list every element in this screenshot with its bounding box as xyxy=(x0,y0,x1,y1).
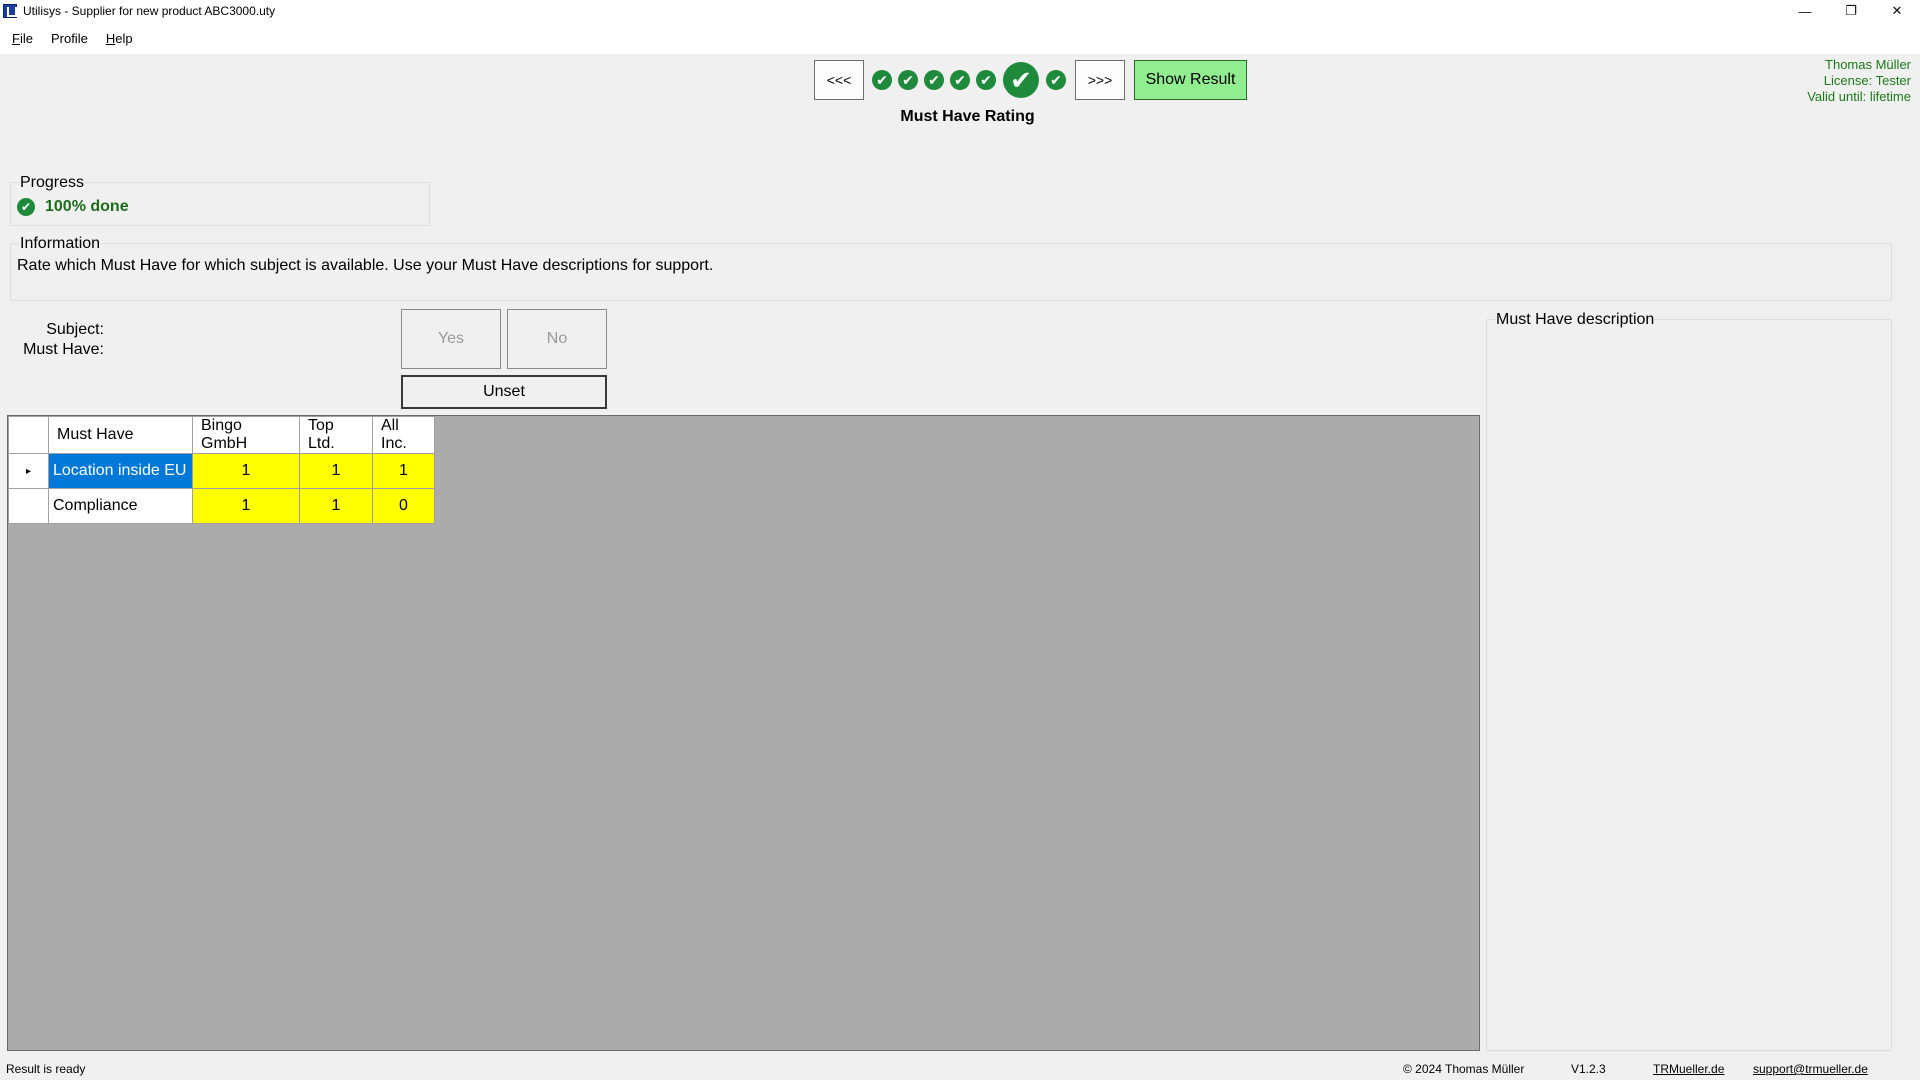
menu-help[interactable]: Help xyxy=(106,31,133,46)
subject-label: Subject: xyxy=(46,321,104,338)
menu-file-mnemonic: F xyxy=(12,30,20,46)
menu-help-label: elp xyxy=(115,30,133,46)
must-have-description-label: Must Have description xyxy=(1495,311,1656,329)
yes-button[interactable]: Yes xyxy=(401,309,501,369)
website-link[interactable]: TRMueller.de xyxy=(1653,1062,1724,1076)
copyright-text: © 2024 Thomas Müller xyxy=(1403,1062,1525,1076)
must-have-table: Must Have Bingo GmbH Top Ltd. All Inc. ▸… xyxy=(8,416,435,524)
menu-profile-label: Profile xyxy=(50,30,88,46)
window-title: Utilisys - Supplier for new product ABC3… xyxy=(23,4,276,18)
check-circle-icon: ✔ xyxy=(17,198,35,216)
menu-bar: File Profile Help xyxy=(0,22,1920,54)
minimize-button[interactable]: — xyxy=(1782,0,1828,22)
step-2-check-icon[interactable]: ✔ xyxy=(898,70,918,90)
progress-group-label: Progress xyxy=(19,174,86,192)
table-row[interactable]: ▸ Location inside EU 1 1 1 xyxy=(8,453,435,489)
title-bar: Utilisys - Supplier for new product ABC3… xyxy=(0,0,1920,22)
menu-profile[interactable]: Profile xyxy=(51,31,88,46)
step-4-check-icon[interactable]: ✔ xyxy=(950,70,970,90)
rating-cell[interactable]: 1 xyxy=(192,488,300,524)
step-6-current-check-icon[interactable]: ✔ xyxy=(1003,62,1039,98)
step-1-check-icon[interactable]: ✔ xyxy=(872,70,892,90)
column-header-must-have[interactable]: Must Have xyxy=(48,416,193,454)
close-button[interactable]: ✕ xyxy=(1874,0,1920,22)
step-title: Must Have Rating xyxy=(900,108,1035,125)
app-icon xyxy=(3,4,17,18)
menu-help-mnemonic: H xyxy=(105,30,116,46)
must-have-grid[interactable]: Must Have Bingo GmbH Top Ltd. All Inc. ▸… xyxy=(7,415,1480,1051)
step-indicators: ✔ ✔ ✔ ✔ ✔ ✔ ✔ xyxy=(869,62,1069,98)
information-group: Information Rate which Must Have for whi… xyxy=(10,235,1892,301)
no-button[interactable]: No xyxy=(507,309,607,369)
status-text: Result is ready xyxy=(6,1062,86,1076)
row-header-corner xyxy=(8,416,49,454)
row-header-cell[interactable] xyxy=(8,488,49,524)
rating-cell[interactable]: 1 xyxy=(299,453,373,489)
rating-cell[interactable]: 1 xyxy=(372,453,435,489)
rating-cell[interactable]: 1 xyxy=(192,453,300,489)
information-text: Rate which Must Have for which subject i… xyxy=(17,257,714,274)
progress-status-text: 100% done xyxy=(45,198,129,215)
column-header-bingo-gmbh[interactable]: Bingo GmbH xyxy=(192,416,300,454)
version-text: V1.2.3 xyxy=(1571,1062,1606,1076)
next-step-button[interactable]: >>> xyxy=(1075,60,1125,100)
column-header-top-ltd[interactable]: Top Ltd. xyxy=(299,416,373,454)
status-bar: Result is ready © 2024 Thomas Müller V1.… xyxy=(0,1058,1920,1080)
rating-labels: Subject: Must Have: xyxy=(18,320,104,360)
must-have-label: Must Have: xyxy=(23,341,104,358)
show-result-button[interactable]: Show Result xyxy=(1134,60,1247,100)
menu-file[interactable]: File xyxy=(12,31,33,46)
must-have-description-group: Must Have description xyxy=(1486,311,1892,1051)
valid-until-text: Valid until: lifetime xyxy=(1807,89,1911,104)
table-header-row: Must Have Bingo GmbH Top Ltd. All Inc. xyxy=(8,416,435,454)
must-have-name-cell[interactable]: Compliance xyxy=(48,488,193,524)
progress-group: Progress ✔ 100% done xyxy=(10,174,430,226)
window-controls: — ❐ ✕ xyxy=(1782,0,1920,22)
step-7-check-icon[interactable]: ✔ xyxy=(1046,70,1066,90)
license-text: License: Tester xyxy=(1823,73,1911,88)
support-email-link[interactable]: support@trmueller.de xyxy=(1753,1062,1868,1076)
restore-button[interactable]: ❐ xyxy=(1828,0,1874,22)
wizard-navigation: <<< ✔ ✔ ✔ ✔ ✔ ✔ ✔ >>> Show Result xyxy=(814,60,1247,100)
unset-button[interactable]: Unset xyxy=(401,375,607,409)
step-5-check-icon[interactable]: ✔ xyxy=(976,70,996,90)
table-row[interactable]: Compliance 1 1 0 xyxy=(8,488,435,524)
row-selector-icon[interactable]: ▸ xyxy=(8,453,49,489)
user-info: Thomas Müller License: Tester Valid unti… xyxy=(1807,57,1911,105)
rating-cell[interactable]: 1 xyxy=(299,488,373,524)
column-header-all-inc[interactable]: All Inc. xyxy=(372,416,435,454)
information-group-label: Information xyxy=(19,235,102,253)
rating-cell[interactable]: 0 xyxy=(372,488,435,524)
user-name: Thomas Müller xyxy=(1825,57,1911,72)
step-3-check-icon[interactable]: ✔ xyxy=(924,70,944,90)
menu-file-label: ile xyxy=(19,30,33,46)
progress-status: ✔ 100% done xyxy=(17,198,129,216)
previous-step-button[interactable]: <<< xyxy=(814,60,864,100)
must-have-name-cell[interactable]: Location inside EU xyxy=(48,453,193,489)
